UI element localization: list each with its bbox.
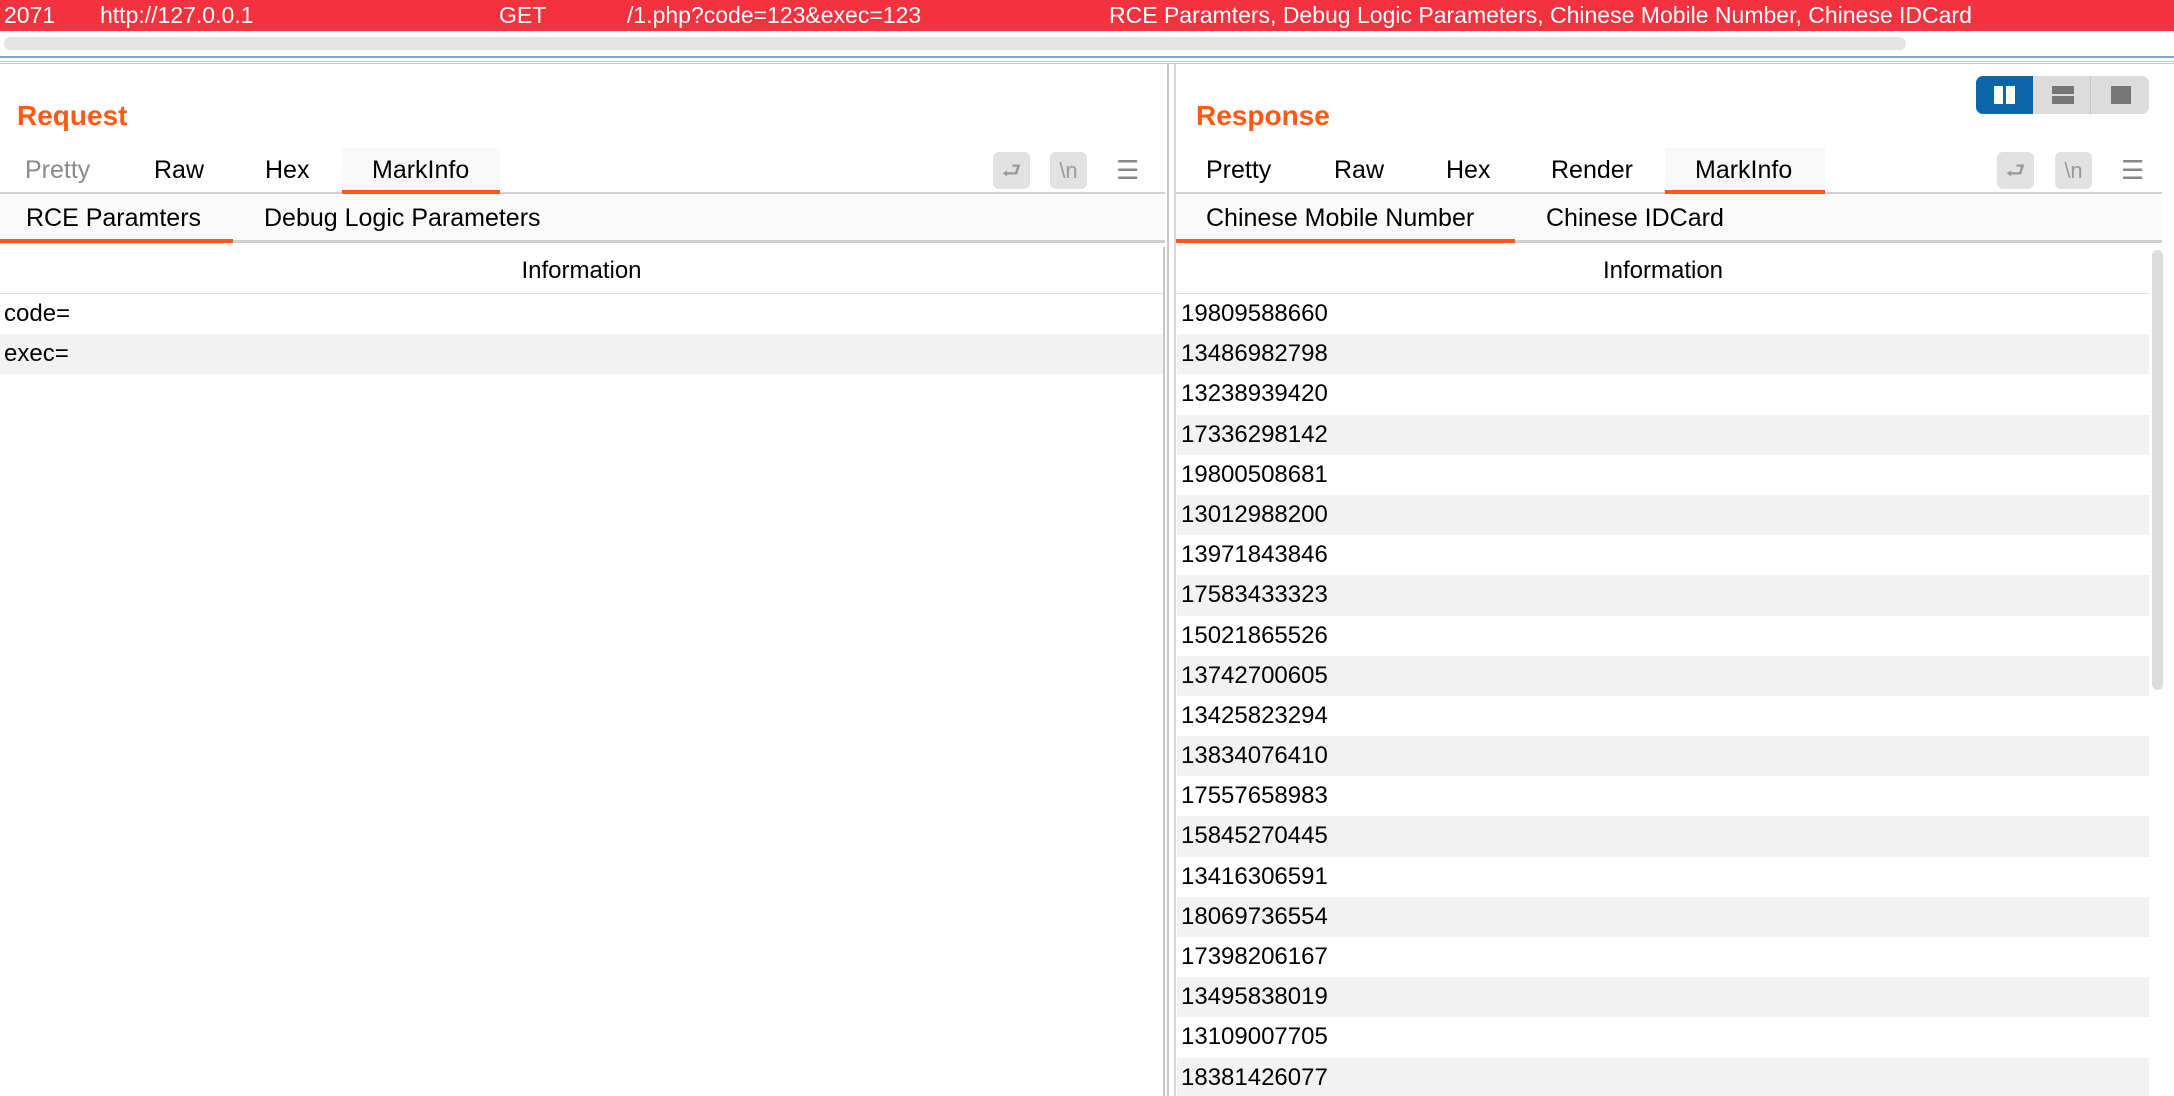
table-header: Information [0, 247, 1163, 294]
tab-raw[interactable]: Raw [154, 148, 204, 194]
table-row[interactable]: 18069736554 [1177, 896, 2149, 937]
table-row[interactable]: 15845270445 [1177, 816, 2149, 857]
single-layout-button[interactable] [2092, 76, 2149, 114]
tab-hex[interactable]: Hex [1446, 148, 1490, 194]
table-row[interactable]: 18381426077 [1177, 1057, 2149, 1096]
request-path: /1.php?code=123&exec=123 [627, 2, 922, 28]
table-row[interactable]: 17583433323 [1177, 575, 2149, 616]
request-host: http://127.0.0.1 [100, 2, 254, 28]
divider [0, 61, 2174, 64]
table-row[interactable]: 13238939420 [1177, 374, 2149, 414]
vertical-scrollbar[interactable] [2152, 250, 2163, 690]
menu-icon[interactable]: ☰ [2121, 152, 2144, 189]
table-row[interactable]: 13834076410 [1177, 736, 2149, 777]
request-summary-row[interactable]: 2071 http://127.0.0.1 GET /1.php?code=12… [0, 0, 2174, 31]
tab-pretty[interactable]: Pretty [1206, 148, 1271, 194]
tab-hex[interactable]: Hex [265, 148, 309, 194]
table-row[interactable]: exec= [0, 334, 1163, 375]
request-info-table: Information code= exec= [0, 247, 1165, 1096]
horizontal-scrollbar[interactable] [4, 37, 1906, 50]
table-row[interactable]: code= [0, 294, 1163, 334]
wrap-icon[interactable]: ⮐ [993, 152, 1030, 189]
request-method: GET [499, 2, 547, 28]
table-row[interactable]: 13742700605 [1177, 655, 2149, 696]
response-tabs: Pretty Raw Hex Render MarkInfo ⮐ \n ☰ [1176, 148, 2162, 194]
table-row[interactable]: 13416306591 [1177, 857, 2149, 897]
wrap-icon[interactable]: ⮐ [1997, 152, 2034, 189]
stacked-layout-button[interactable] [2034, 76, 2091, 114]
table-row[interactable]: 17398206167 [1177, 937, 2149, 977]
table-row[interactable]: 17336298142 [1177, 414, 2149, 455]
newline-icon[interactable]: \n [1050, 152, 1087, 189]
subtab-chinese-mobile-number[interactable]: Chinese Mobile Number [1176, 196, 1515, 243]
tab-markinfo[interactable]: MarkInfo [1665, 148, 1825, 194]
response-subtabs: Chinese Mobile Number Chinese IDCard [1176, 196, 2162, 243]
table-row[interactable]: 19800508681 [1177, 455, 2149, 495]
side-by-side-layout-button[interactable] [1976, 76, 2033, 114]
subtab-debug-logic-parameters[interactable]: Debug Logic Parameters [264, 196, 541, 243]
tab-render[interactable]: Render [1551, 148, 1633, 194]
split-handle[interactable] [0, 56, 2174, 58]
newline-icon[interactable]: \n [2055, 152, 2092, 189]
request-id: 2071 [4, 2, 56, 28]
tab-raw[interactable]: Raw [1334, 148, 1384, 194]
table-row[interactable]: 15021865526 [1177, 616, 2149, 656]
request-title: Request [17, 100, 128, 131]
menu-icon[interactable]: ☰ [1116, 152, 1139, 189]
response-title: Response [1196, 100, 1330, 131]
table-row[interactable]: 13495838019 [1177, 977, 2149, 1018]
response-info-table: Information 19809588660 13486982798 132389… [1177, 247, 2149, 1096]
tab-markinfo[interactable]: MarkInfo [342, 148, 500, 194]
panel-divider[interactable] [1167, 64, 1176, 1096]
request-tabs: Pretty Raw Hex MarkInfo ⮐ \n ☰ [0, 148, 1165, 194]
tab-pretty[interactable]: Pretty [25, 148, 90, 194]
layout-toggle [1976, 76, 2149, 114]
request-tags: RCE Paramters, Debug Logic Parameters, C… [1109, 2, 1972, 28]
request-subtabs: RCE Paramters Debug Logic Parameters [0, 196, 1165, 243]
table-row[interactable]: 17557658983 [1177, 776, 2149, 816]
table-row[interactable]: 13109007705 [1177, 1017, 2149, 1057]
subtab-chinese-idcard[interactable]: Chinese IDCard [1546, 196, 1724, 243]
table-row[interactable]: 13486982798 [1177, 334, 2149, 375]
table-header: Information [1177, 247, 2149, 294]
subtab-rce-paramters[interactable]: RCE Paramters [0, 196, 233, 243]
table-row[interactable]: 13971843846 [1177, 535, 2149, 575]
table-row[interactable]: 19809588660 [1177, 294, 2149, 334]
table-row[interactable]: 13012988200 [1177, 494, 2149, 536]
table-row[interactable]: 13425823294 [1177, 696, 2149, 736]
